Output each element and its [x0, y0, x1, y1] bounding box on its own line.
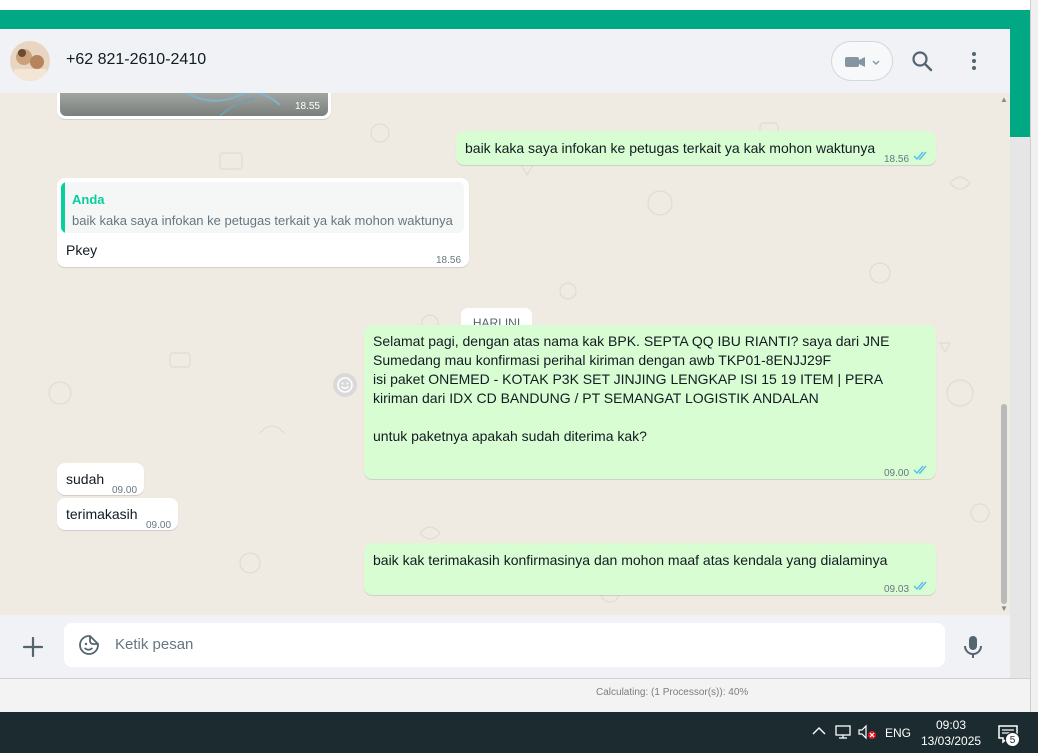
message-bubble-incoming-reply[interactable]: Anda baik kaka saya infokan ke petugas t…: [57, 178, 469, 267]
message-text: terimakasih: [66, 506, 138, 522]
app-side-band: [1010, 29, 1030, 137]
double-check-read-icon: [913, 151, 927, 161]
message-line: isi paket ONEMED - KOTAK P3K SET JINJING…: [373, 371, 884, 387]
message-line: Selamat pagi, dengan atas nama kak BPK. …: [373, 333, 890, 349]
attach-button[interactable]: [21, 635, 45, 659]
plus-icon: [22, 636, 44, 658]
message-text: baik kaka saya infokan ke petugas terkai…: [465, 140, 876, 156]
app-top-band: [0, 10, 1030, 29]
message-bubble-outgoing[interactable]: Selamat pagi, dengan atas nama kak BPK. …: [364, 325, 936, 479]
message-bubble-incoming[interactable]: terimakasih 09.00: [57, 498, 178, 531]
message-time: 18.56: [884, 154, 910, 165]
contact-name[interactable]: +62 821-2610-2410: [66, 51, 206, 69]
message-time: 09.00: [146, 520, 172, 531]
windows-taskbar: ENG 09:03 13/03/2025 5: [0, 712, 1038, 753]
message-time: 18.56: [436, 255, 462, 266]
quote-accent-bar: [61, 182, 65, 233]
message-bubble-outgoing[interactable]: baik kaka saya infokan ke petugas terkai…: [456, 131, 936, 165]
clock-date: 13/03/2025: [921, 734, 982, 748]
more-vertical-icon: [972, 52, 976, 70]
reaction-button[interactable]: [333, 373, 357, 397]
scrollbar-thumb[interactable]: [1001, 404, 1007, 604]
quoted-message[interactable]: Anda baik kaka saya infokan ke petugas t…: [61, 182, 464, 233]
background-status-text: Calculating: (1 Processor(s)): 40%: [596, 687, 749, 698]
window-top-strip: [0, 0, 1030, 10]
message-time: 18.55: [294, 101, 320, 112]
quote-author: Anda: [72, 192, 105, 207]
notification-count-badge: 5: [1005, 732, 1020, 747]
image-message[interactable]: 18.55: [57, 93, 331, 119]
quote-text: baik kaka saya infokan ke petugas terkai…: [72, 213, 453, 228]
search-button[interactable]: [910, 49, 934, 73]
double-check-read-icon: [913, 465, 927, 475]
message-bubble-incoming[interactable]: sudah 09.00: [57, 463, 144, 496]
message-bubble-outgoing[interactable]: baik kak terimakasih konfirmasinya dan m…: [364, 543, 936, 595]
emoji-sticker-button[interactable]: [78, 634, 100, 656]
message-composer: Ketik pesan: [0, 615, 1010, 678]
image-thumbnail[interactable]: 18.55: [60, 93, 328, 116]
app-side-gutter: [1010, 137, 1030, 697]
network-icon[interactable]: [834, 724, 852, 740]
input-language[interactable]: ENG: [885, 726, 911, 740]
message-text: baik kak terimakasih konfirmasinya dan m…: [373, 552, 888, 568]
message-time: 09.03: [884, 584, 910, 595]
sticker-icon: [79, 635, 99, 655]
video-call-button[interactable]: [831, 41, 893, 81]
message-line: Sumedang mau konfirmasi perihal kiriman …: [373, 352, 832, 368]
chat-menu-button[interactable]: [962, 49, 986, 73]
contact-avatar[interactable]: [10, 41, 50, 81]
message-line: untuk paketnya apakah sudah diterima kak…: [373, 428, 647, 444]
speaker-muted-icon[interactable]: [857, 724, 877, 740]
message-line: kiriman dari IDX CD BANDUNG / PT SEMANGA…: [373, 390, 819, 406]
scroll-down-arrow-icon[interactable]: ▼: [1000, 604, 1008, 613]
double-check-read-icon: [913, 581, 927, 591]
screen: +62 821-2610-2410 18.55 baik kaka saya i…: [0, 0, 1038, 753]
message-text: sudah: [66, 471, 105, 487]
message-list[interactable]: 18.55 baik kaka saya infokan ke petugas …: [0, 93, 1010, 615]
search-icon: [912, 51, 933, 72]
whatsapp-chat-window: +62 821-2610-2410 18.55 baik kaka saya i…: [0, 29, 1010, 678]
scroll-up-arrow-icon[interactable]: ▲: [1000, 95, 1008, 104]
message-input-placeholder: Ketik pesan: [115, 636, 194, 653]
clock-time: 09:03: [935, 718, 967, 732]
chevron-up-icon[interactable]: [812, 726, 826, 736]
microphone-icon: [964, 636, 982, 658]
video-camera-icon: [845, 57, 880, 67]
background-window-statusbar: Calculating: (1 Processor(s)): 40%: [0, 678, 1030, 712]
voice-message-button[interactable]: [962, 634, 984, 660]
smiley-icon: [337, 377, 353, 393]
message-input[interactable]: Ketik pesan: [64, 623, 945, 667]
message-text: Pkey: [66, 242, 98, 258]
chat-header: +62 821-2610-2410: [0, 29, 1010, 93]
message-time: 09.00: [884, 468, 910, 479]
taskbar-clock[interactable]: 09:03 13/03/2025: [921, 717, 981, 749]
outer-window-edge: [1030, 0, 1038, 712]
